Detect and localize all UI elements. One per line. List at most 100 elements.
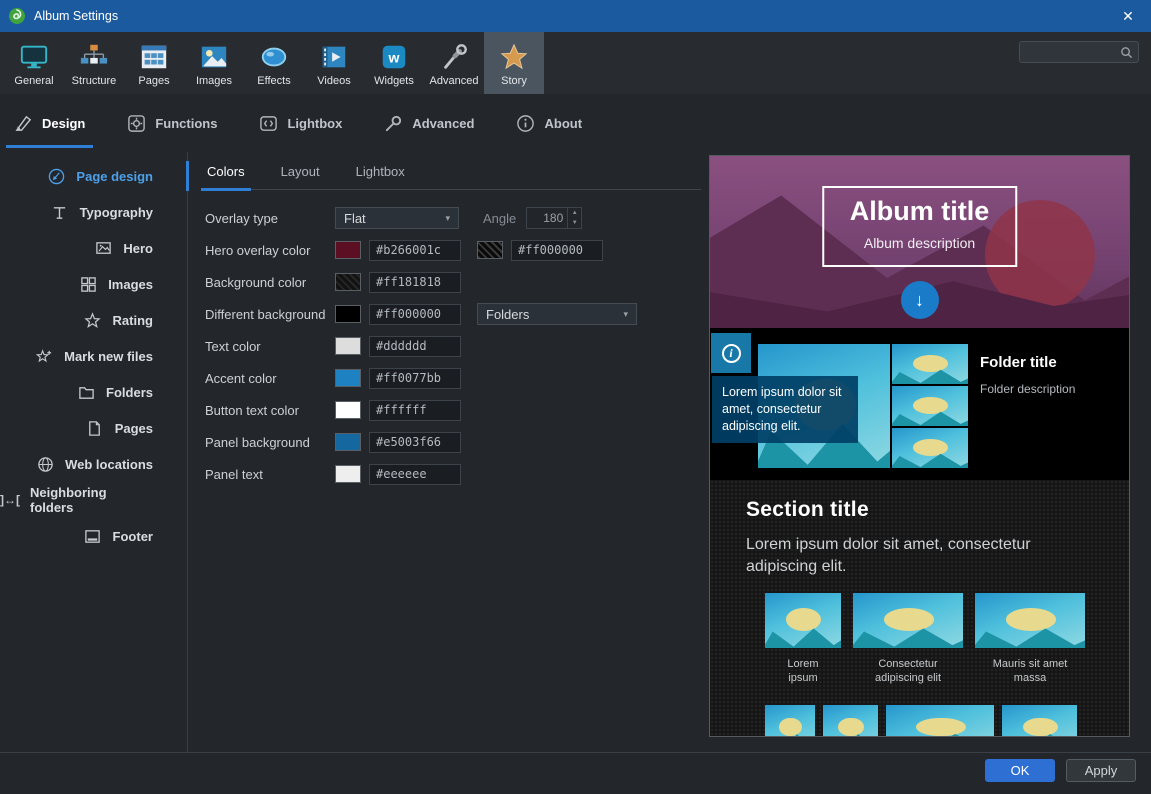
hex-input[interactable] <box>369 240 461 261</box>
new-star-icon <box>34 348 54 365</box>
hex-input[interactable] <box>369 400 461 421</box>
sidebar-item-typography[interactable]: Typography <box>0 194 187 230</box>
sidebar-item-hero[interactable]: Hero <box>0 230 187 266</box>
color-swatch[interactable] <box>335 369 361 387</box>
tab-design[interactable]: Design <box>14 94 85 152</box>
hex-input[interactable] <box>369 304 461 325</box>
hex-input[interactable] <box>511 240 603 261</box>
thumbnail-item: Mauris sit amet massa <box>975 593 1085 686</box>
chevron-down-icon: ▾ <box>623 309 628 320</box>
spin-down-icon[interactable]: ▼ <box>568 218 581 228</box>
sidebar-item-mark-new-files[interactable]: Mark new files <box>0 338 187 374</box>
spin-up-icon[interactable]: ▲ <box>568 208 581 218</box>
sidebar-item-pages[interactable]: Pages <box>0 410 187 446</box>
hex-input[interactable] <box>369 432 461 453</box>
sidebar-item-neighboring-folders[interactable]: ]↔[ Neighboring folders <box>0 482 187 518</box>
album-description: Album description <box>850 235 990 251</box>
thumbnail-caption: Lorem ipsum <box>778 657 828 686</box>
thumbnail-image <box>765 593 841 648</box>
search-icon <box>1120 46 1133 59</box>
lightbox-icon <box>259 114 278 133</box>
angle-input[interactable] <box>527 211 567 225</box>
toolbar-item-general[interactable]: General <box>4 32 64 94</box>
sidebar-item-label: Footer <box>113 529 153 544</box>
color-swatch[interactable] <box>335 337 361 355</box>
toolbar-item-widgets[interactable]: w Widgets <box>364 32 424 94</box>
page-design-icon <box>46 168 66 185</box>
toolbar-item-effects[interactable]: Effects <box>244 32 304 94</box>
color-swatch[interactable] <box>335 401 361 419</box>
toolbar-item-story[interactable]: Story <box>484 32 544 94</box>
sidebar-item-rating[interactable]: Rating <box>0 302 187 338</box>
structure-icon <box>79 42 109 72</box>
thumbnail-caption: Consectetur adipiscing elit <box>866 657 950 686</box>
color-swatch[interactable] <box>335 433 361 451</box>
accent-color-row: Accent color <box>205 362 701 394</box>
subtab-colors[interactable]: Colors <box>205 160 247 189</box>
tab-functions[interactable]: Functions <box>127 94 217 152</box>
different-background-dropdown[interactable]: Folders ▾ <box>477 303 637 325</box>
folder-mini-image <box>892 428 968 468</box>
thumbnail-image <box>853 593 963 648</box>
sidebar-item-web-locations[interactable]: Web locations <box>0 446 187 482</box>
sidebar-item-label: Neighboring folders <box>30 485 153 515</box>
toolbar-item-images[interactable]: Images <box>184 32 244 94</box>
preview-section: Section title Lorem ipsum dolor sit amet… <box>710 480 1129 737</box>
titlebar: Album Settings ✕ <box>0 0 1151 32</box>
subtab-layout[interactable]: Layout <box>279 160 322 189</box>
tab-advanced[interactable]: Advanced <box>384 94 474 152</box>
field-label: Panel background <box>205 435 335 450</box>
sidebar-item-label: Rating <box>113 313 153 328</box>
toolbar-item-pages[interactable]: Pages <box>124 32 184 94</box>
toolbar-item-structure[interactable]: Structure <box>64 32 124 94</box>
subtab-lightbox[interactable]: Lightbox <box>354 160 407 189</box>
panel-text-row: Panel text <box>205 458 701 490</box>
sidebar-item-images[interactable]: Images <box>0 266 187 302</box>
info-icon <box>516 114 535 133</box>
ok-button[interactable]: OK <box>985 759 1055 782</box>
overlay-type-label: Overlay type <box>205 211 335 226</box>
pages-grid-icon <box>139 42 169 72</box>
sidebar-item-label: Folders <box>106 385 153 400</box>
hex-input[interactable] <box>369 464 461 485</box>
search-input[interactable] <box>1020 45 1120 59</box>
overlay-type-dropdown[interactable]: Flat ▾ <box>335 207 459 229</box>
color-swatch[interactable] <box>335 241 361 259</box>
apply-button[interactable]: Apply <box>1066 759 1136 782</box>
close-icon[interactable]: ✕ <box>1105 0 1151 32</box>
tab-about[interactable]: About <box>516 94 582 152</box>
hex-input[interactable] <box>369 368 461 389</box>
preview-hero: Album title Album description ↓ <box>710 156 1129 328</box>
overlay-type-value: Flat <box>344 211 366 226</box>
field-label: Panel text <box>205 467 335 482</box>
wrench-icon <box>384 114 403 133</box>
hex-input[interactable] <box>369 272 461 293</box>
tab-lightbox[interactable]: Lightbox <box>259 94 342 152</box>
angle-label: Angle <box>483 211 516 226</box>
sidebar-item-label: Images <box>108 277 153 292</box>
color-swatch[interactable] <box>335 465 361 483</box>
color-swatch[interactable] <box>335 273 361 291</box>
hex-input[interactable] <box>369 336 461 357</box>
color-swatch[interactable] <box>477 241 503 259</box>
toolbar-item-advanced[interactable]: Advanced <box>424 32 484 94</box>
field-label: Different background <box>205 307 335 322</box>
sidebar-item-page-design[interactable]: Page design <box>0 158 187 194</box>
toolbar-item-videos[interactable]: Videos <box>304 32 364 94</box>
svg-text:w: w <box>388 49 400 65</box>
window-title: Album Settings <box>34 9 118 23</box>
button-text-color-row: Button text color <box>205 394 701 426</box>
sidebar-item-footer[interactable]: Footer <box>0 518 187 554</box>
preview-folder-section: i Lorem ipsum dolor sit amet, consectetu… <box>710 328 1129 480</box>
sidebar-item-folders[interactable]: Folders <box>0 374 187 410</box>
hero-overlay-color-row: Hero overlay color <box>205 234 701 266</box>
info-icon: i <box>722 344 741 363</box>
folder-icon <box>76 384 96 401</box>
folder-description: Folder description <box>980 382 1075 396</box>
main-toolbar: General Structure Pages Images Effects V… <box>0 32 1151 94</box>
thumbnail-row <box>765 705 1077 737</box>
color-swatch[interactable] <box>335 305 361 323</box>
sidebar-item-label: Typography <box>80 205 153 220</box>
thumbnail-image <box>823 705 878 737</box>
design-sidebar: Page design Typography Hero Images Ratin… <box>0 152 188 752</box>
